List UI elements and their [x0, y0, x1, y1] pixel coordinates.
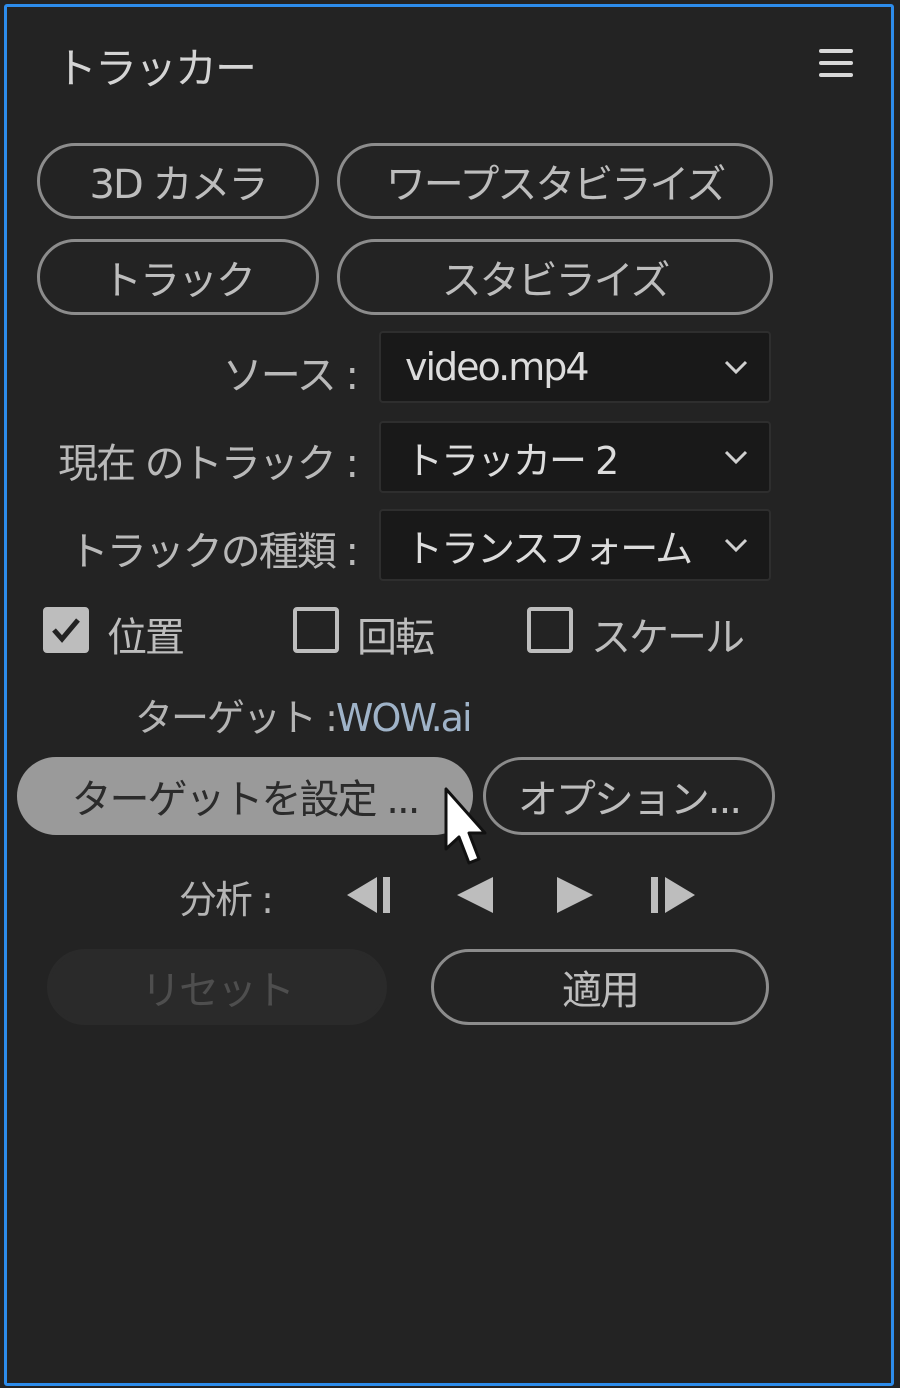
target-label: ターゲット :: [135, 696, 338, 740]
options-button[interactable]: オプション...: [483, 757, 775, 835]
warp-stabilize-button[interactable]: ワープスタビライズ: [337, 143, 773, 219]
current-track-select[interactable]: トラッカー 2: [379, 421, 771, 493]
track-button[interactable]: トラック: [37, 239, 319, 315]
mouse-cursor-icon: [444, 787, 487, 865]
track-type-select-value: トランスフォーム: [405, 526, 693, 571]
play-forward-icon[interactable]: [547, 873, 603, 917]
position-checkbox-label: 位置: [107, 615, 185, 661]
scale-checkbox[interactable]: [527, 607, 573, 653]
analyze-label: 分析 :: [179, 878, 274, 922]
target-value: WOW.ai: [335, 696, 473, 740]
camera-3d-button[interactable]: 3D カメラ: [37, 143, 319, 219]
reset-button: リセット: [47, 949, 387, 1025]
current-track-select-value: トラッカー 2: [405, 438, 619, 483]
track-type-label: トラックの種類 :: [68, 529, 359, 575]
position-checkbox[interactable]: [43, 607, 89, 653]
source-select[interactable]: video.mp4: [379, 331, 771, 403]
checkmark-icon: [52, 618, 80, 643]
panel-title: トラッカー: [55, 44, 257, 93]
source-select-value: video.mp4: [405, 345, 590, 389]
current-track-label: 現在 のトラック :: [58, 441, 359, 487]
chevron-down-icon: [724, 450, 748, 465]
rotation-checkbox-label: 回転: [357, 615, 435, 661]
apply-button[interactable]: 適用: [431, 949, 769, 1025]
step-forward-icon[interactable]: [643, 873, 699, 917]
hamburger-menu-icon[interactable]: [819, 47, 855, 81]
chevron-down-icon: [724, 360, 748, 375]
chevron-down-icon: [724, 538, 748, 553]
set-target-button[interactable]: ターゲットを設定 ...: [17, 757, 473, 835]
play-backward-icon[interactable]: [447, 873, 503, 917]
stabilize-button[interactable]: スタビライズ: [337, 239, 773, 315]
track-type-select[interactable]: トランスフォーム: [379, 509, 771, 581]
tracker-panel: トラッカー 3D カメラ ワープスタビライズ トラック スタビライズ ソース :…: [4, 4, 894, 1386]
target-row: ターゲット :WOW.ai: [135, 687, 473, 742]
scale-checkbox-label: スケール: [591, 615, 745, 661]
step-backward-icon[interactable]: [343, 873, 399, 917]
source-label: ソース :: [222, 353, 359, 399]
rotation-checkbox[interactable]: [293, 607, 339, 653]
